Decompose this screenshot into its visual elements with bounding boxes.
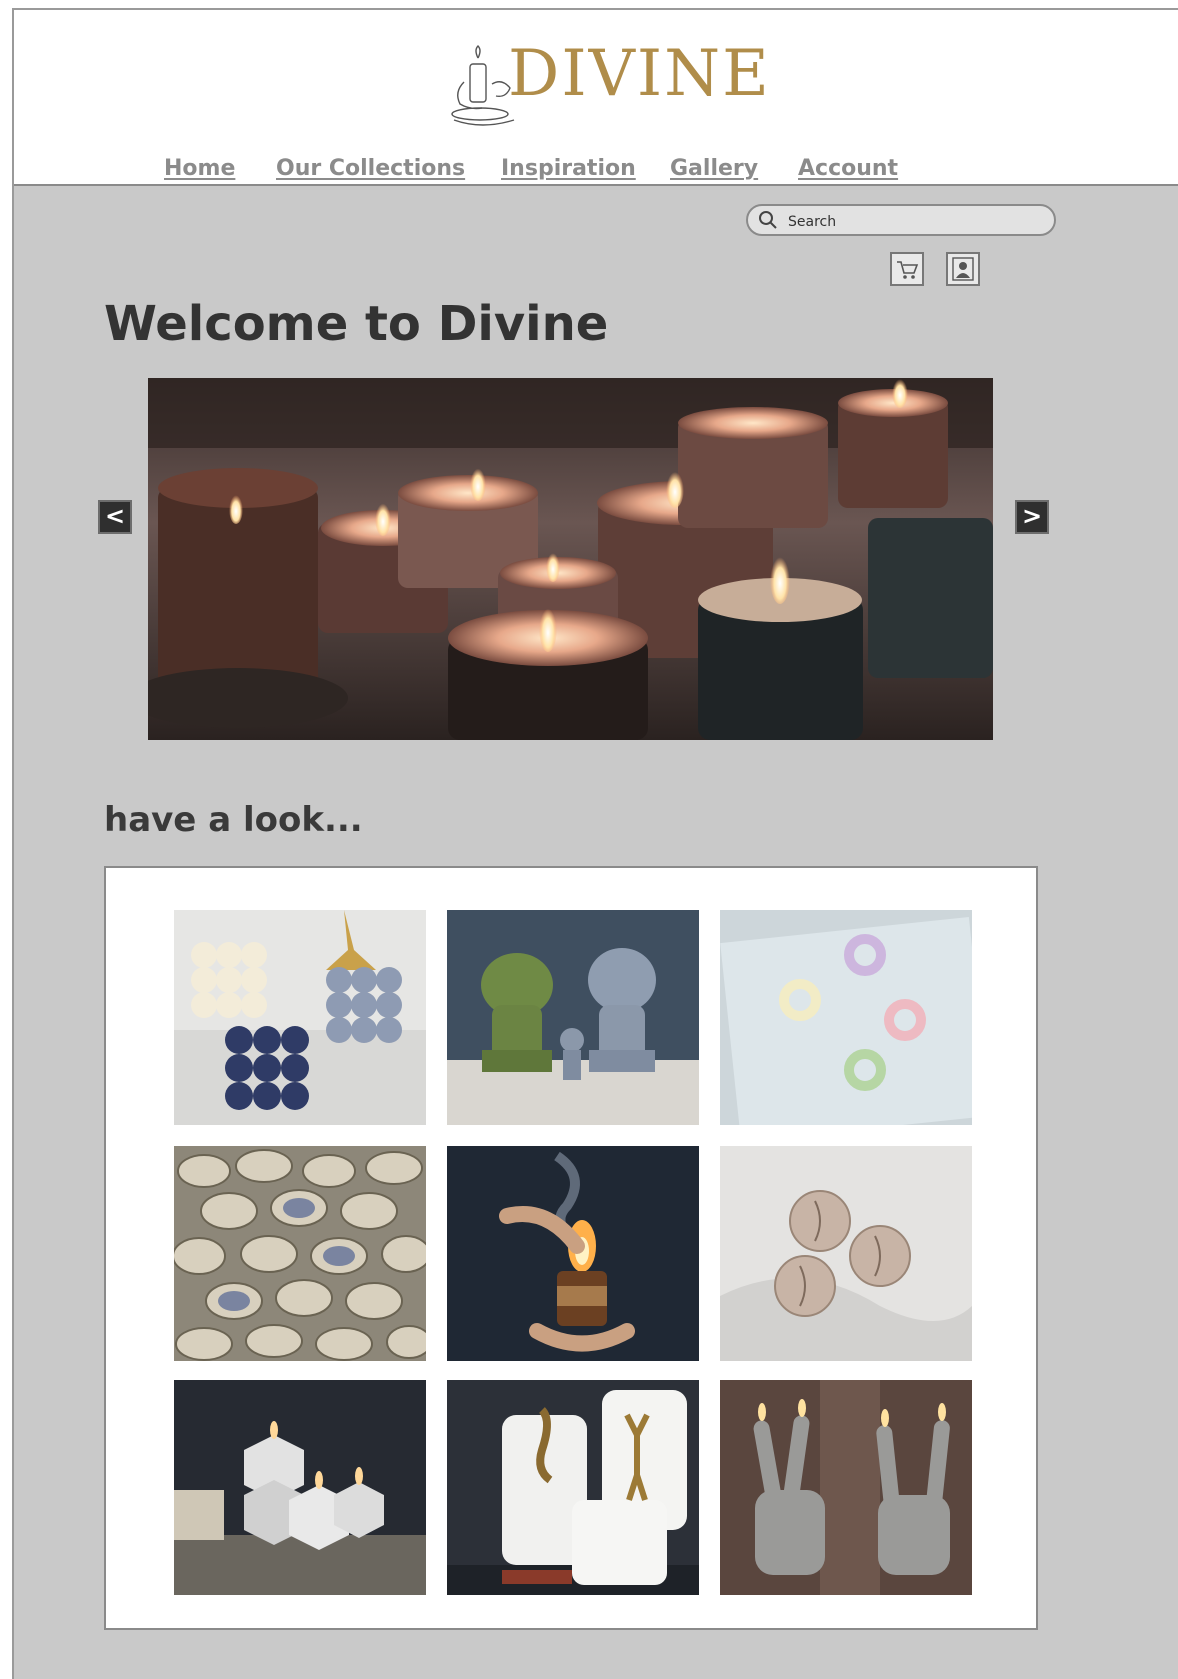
gallery-item-geometric-candles[interactable] <box>174 1380 426 1595</box>
main-content: Welcome to Divine < > <box>14 186 1178 1679</box>
hero-carousel[interactable] <box>148 378 993 740</box>
account-icon <box>952 257 974 281</box>
gallery-item-figure-pillar-candles[interactable] <box>447 1380 699 1595</box>
hero-candles-image <box>148 378 993 740</box>
figure-pillar-candles-image <box>447 1380 699 1595</box>
gallery-grid <box>104 866 1038 1630</box>
gallery-item-seashell-candles[interactable] <box>174 1146 426 1361</box>
logo[interactable]: DIVINE <box>450 38 769 138</box>
nav-item-home[interactable]: Home <box>164 156 235 181</box>
account-button[interactable] <box>946 252 980 286</box>
nav-item-inspiration[interactable]: Inspiration <box>501 156 636 181</box>
gallery-item-knot-candles[interactable] <box>720 910 972 1125</box>
gallery-item-hand-gesture-candles[interactable] <box>720 1380 972 1595</box>
gallery-title: have a look... <box>104 800 363 840</box>
knot-candles-image <box>720 910 972 1125</box>
nav-item-gallery[interactable]: Gallery <box>670 156 758 181</box>
cart-icon <box>897 261 919 279</box>
logo-wordmark: DIVINE <box>508 37 771 111</box>
search-bar[interactable] <box>746 204 1056 236</box>
gallery-item-lighting-jar-candle[interactable] <box>447 1146 699 1361</box>
search-input[interactable] <box>786 210 1040 234</box>
main-nav: Home Our Collections Inspiration Gallery… <box>14 156 1178 186</box>
nav-item-our-collections[interactable]: Our Collections <box>276 156 465 181</box>
moon-face-candles-image <box>720 1146 972 1361</box>
gallery-item-bust-statue-candles[interactable] <box>447 910 699 1125</box>
nav-item-account[interactable]: Account <box>798 156 898 181</box>
hand-gesture-candles-image <box>720 1380 972 1595</box>
page-frame: DIVINE Home Our Collections Inspiration … <box>12 8 1178 1679</box>
search-icon <box>759 211 777 229</box>
carousel-next-button[interactable]: > <box>1015 500 1049 534</box>
carousel-prev-button[interactable]: < <box>98 500 132 534</box>
site-header: DIVINE Home Our Collections Inspiration … <box>14 10 1178 186</box>
lighting-jar-candle-image <box>447 1146 699 1361</box>
seashell-candles-image <box>174 1146 426 1361</box>
gallery-item-moon-face-candles[interactable] <box>720 1146 972 1361</box>
bust-statue-candles-image <box>447 910 699 1125</box>
gallery-item-bubble-cube-candles[interactable] <box>174 910 426 1125</box>
page-title: Welcome to Divine <box>104 296 609 352</box>
bubble-cube-candles-image <box>174 910 426 1125</box>
cart-button[interactable] <box>890 252 924 286</box>
geometric-candles-image <box>174 1380 426 1595</box>
